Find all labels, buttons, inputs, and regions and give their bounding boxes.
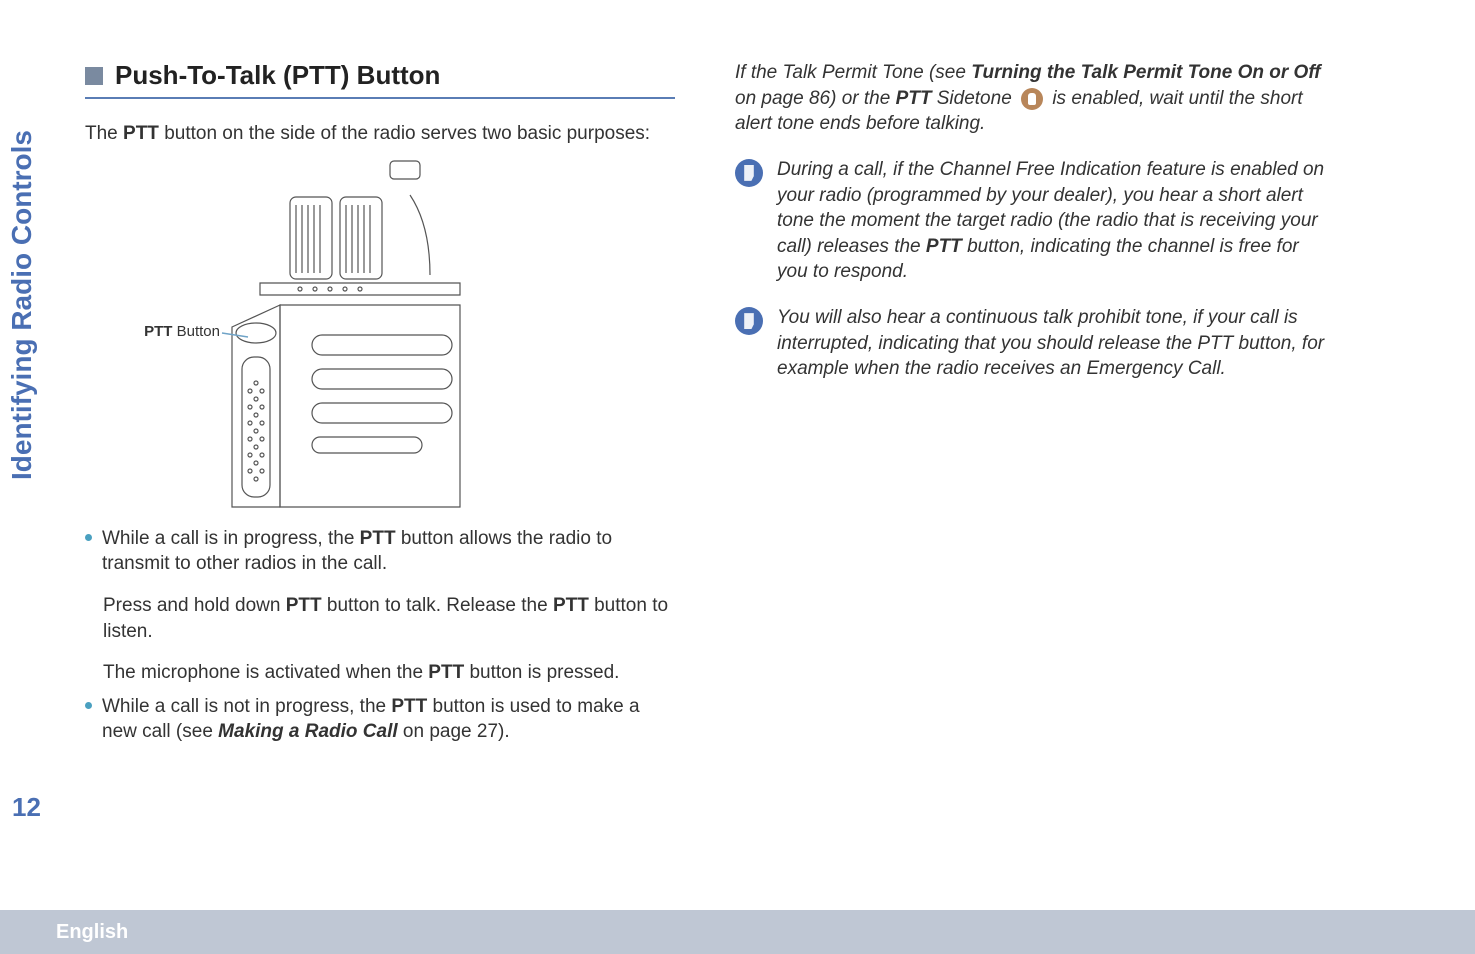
text: button is pressed. xyxy=(464,662,619,683)
text-bold: PTT xyxy=(286,595,322,616)
bullet-list: While a call is in progress, the PTT but… xyxy=(85,526,675,577)
text: Sidetone xyxy=(931,88,1017,109)
section-underline xyxy=(85,97,675,99)
note-text: You will also hear a continuous talk pro… xyxy=(777,305,1325,382)
right-column: If the Talk Permit Tone (see Turning the… xyxy=(735,50,1325,755)
list-item: While a call is in progress, the PTT but… xyxy=(85,526,675,577)
text: on page 27). xyxy=(398,721,510,742)
text: If the Talk Permit Tone (see xyxy=(735,62,971,83)
bullet-icon xyxy=(85,702,92,709)
note-text: During a call, if the Channel Free Indic… xyxy=(777,157,1325,285)
text: While a call is in progress, the xyxy=(102,528,360,549)
left-column: Push-To-Talk (PTT) Button The PTT button… xyxy=(85,50,675,755)
text-bold-italic: Turning the Talk Permit Tone On or Off xyxy=(971,62,1320,83)
note-block: During a call, if the Channel Free Indic… xyxy=(735,157,1325,285)
text-bold: PTT xyxy=(391,696,427,717)
page-number: 12 xyxy=(12,792,41,823)
sidetone-icon xyxy=(1021,88,1043,110)
section-marker-icon xyxy=(85,67,103,85)
note-block: You will also hear a continuous talk pro… xyxy=(735,305,1325,382)
text-bold-italic: PTT xyxy=(896,88,932,109)
paragraph-italic: If the Talk Permit Tone (see Turning the… xyxy=(735,60,1325,137)
radio-figure: PTT Button xyxy=(200,155,560,520)
footer-language: English xyxy=(56,921,128,944)
text: The xyxy=(85,123,123,144)
text-bold: PTT xyxy=(123,123,159,144)
text: You will also hear a continuous talk pro… xyxy=(777,307,1324,379)
text: button on the side of the radio serves t… xyxy=(159,123,650,144)
paragraph: The microphone is activated when the PTT… xyxy=(103,660,675,686)
bullet-icon xyxy=(85,534,92,541)
text-bold: PTT xyxy=(553,595,589,616)
radio-illustration xyxy=(200,155,560,515)
text: button to talk. Release the xyxy=(322,595,553,616)
figure-caption: PTT Button xyxy=(100,323,220,340)
text: on page 86) or the xyxy=(735,88,896,109)
text: Press and hold down xyxy=(103,595,286,616)
section-header: Push-To-Talk (PTT) Button xyxy=(85,60,675,91)
sidebar-chapter-label: Identifying Radio Controls xyxy=(6,130,38,480)
footer-bar xyxy=(0,910,1475,954)
paragraph: Press and hold down PTT button to talk. … xyxy=(103,593,675,644)
list-item: While a call is not in progress, the PTT… xyxy=(85,694,675,745)
text: Button xyxy=(172,323,220,340)
text-bold-italic: PTT xyxy=(926,236,962,257)
intro-paragraph: The PTT button on the side of the radio … xyxy=(85,121,675,147)
note-icon xyxy=(735,159,763,187)
section-title: Push-To-Talk (PTT) Button xyxy=(115,60,440,91)
bullet-list: While a call is not in progress, the PTT… xyxy=(85,694,675,745)
figure-container: PTT Button xyxy=(85,155,675,520)
page: Identifying Radio Controls 12 English Pu… xyxy=(0,0,1475,954)
note-icon xyxy=(735,307,763,335)
text: While a call is not in progress, the xyxy=(102,696,391,717)
text: The microphone is activated when the xyxy=(103,662,428,683)
text-bold-italic: Making a Radio Call xyxy=(218,721,397,742)
text-bold: PTT xyxy=(144,323,172,340)
text-bold: PTT xyxy=(428,662,464,683)
text-bold: PTT xyxy=(360,528,396,549)
